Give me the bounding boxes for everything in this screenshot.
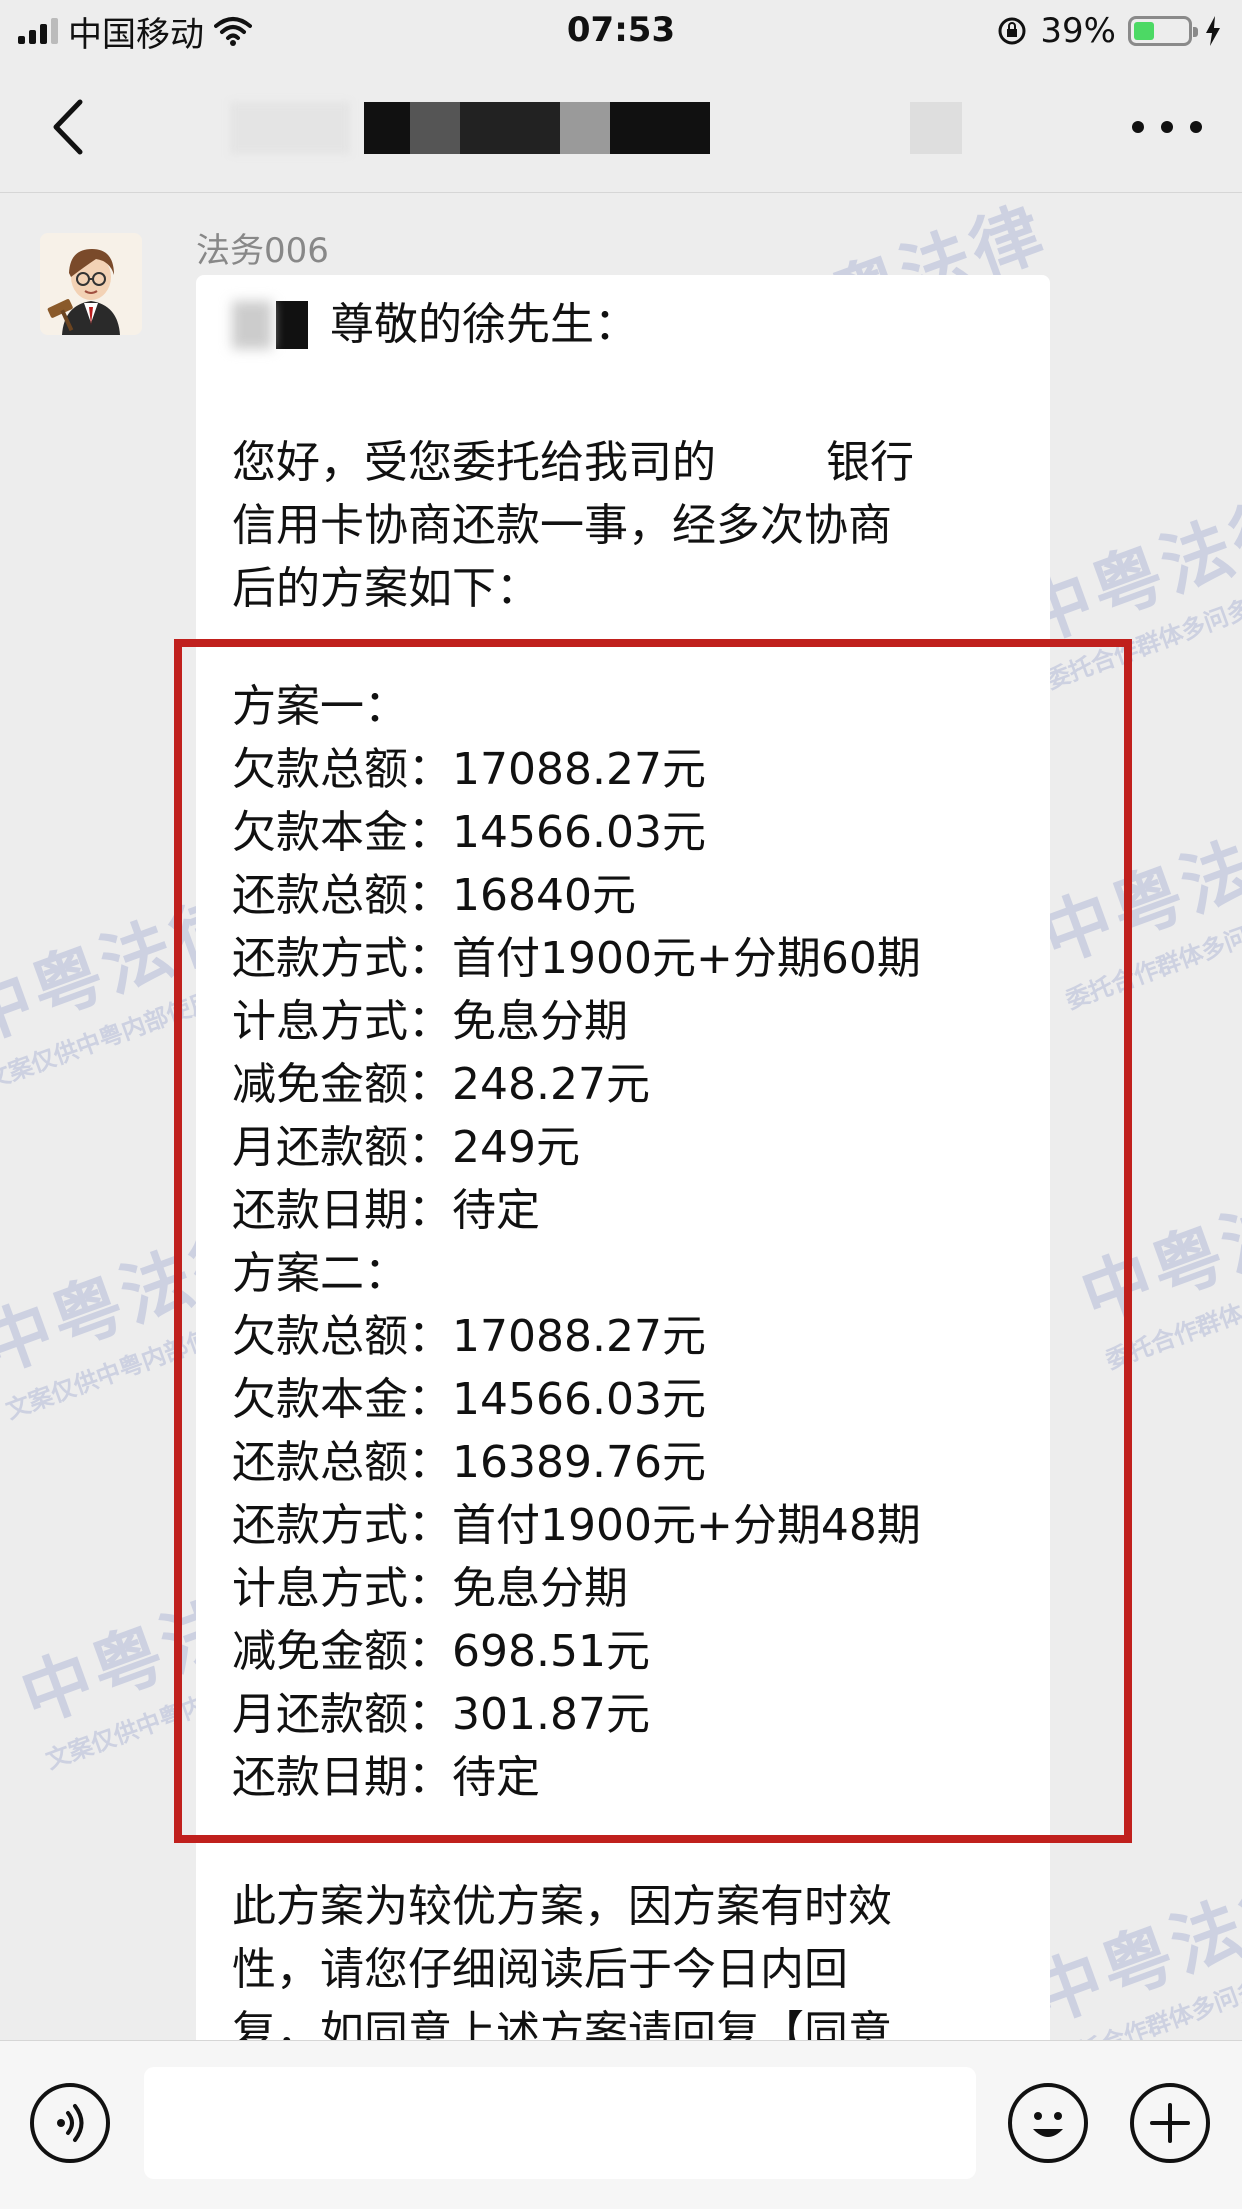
emoji-button[interactable] [1008,2083,1088,2163]
closing-line: 性，请您仔细阅读后于今日内回 [232,1944,848,1995]
intro-line: 信用卡协商还款一事，经多次协商 [232,500,892,551]
add-button[interactable] [1130,2083,1210,2163]
chat-area[interactable]: 中粤法律 文案仅供中粤内部使用 中粤法律 委托合作群体多问多核实 中粤法律 文案… [0,193,1242,2040]
ellipsis-icon [1161,121,1173,133]
highlight-box [174,639,1132,1843]
emoji-icon [1033,2112,1063,2137]
intro-line: 后的方案如下： [232,563,540,614]
salutation: 尊敬的徐先生： [330,299,638,350]
lawyer-avatar-icon [40,233,142,335]
plus-icon [1150,2103,1190,2143]
title-redaction [460,102,560,154]
closing-paragraph: 此方案为较优方案，因方案有时效 性，请您仔细阅读后于今日内回 复，如同意上述方案… [232,1875,1014,2040]
title-redaction [364,102,410,154]
status-bar: 中国移动 07:53 39% [0,0,1242,62]
avatar[interactable] [40,233,142,335]
intro-text: 您好，受您委托给我司的 [232,437,716,488]
orientation-lock-icon [998,17,1026,45]
message-input[interactable] [144,2067,976,2179]
watermark-text: 中粤法律 [1020,1860,1242,2039]
voice-icon [57,2104,84,2142]
ellipsis-icon [1132,121,1144,133]
sender-name: 法务006 [196,231,329,271]
watermark-subtext: 委托合作群体多问多核实 [1052,1957,1242,2040]
chevron-left-icon [53,99,83,155]
battery-icon [1128,16,1198,46]
input-bar [0,2040,1242,2209]
back-button[interactable] [40,92,100,162]
intro-line: 您好，受您委托给我司的 银行 [232,431,1014,494]
redaction [232,300,272,349]
status-right: 39% [996,10,1222,52]
closing-line: 此方案为较优方案，因方案有时效 [232,1881,892,1932]
charging-icon [1206,16,1220,46]
redaction [276,300,308,349]
salutation-line: 尊敬的徐先生： [232,293,1014,356]
title-redaction [230,102,350,154]
ellipsis-icon [1190,121,1202,133]
title-redaction [560,102,610,154]
title-redaction [610,102,710,154]
page-title [230,102,962,154]
battery-percent: 39% [1040,11,1116,51]
title-redaction [410,102,460,154]
title-redaction [910,102,962,154]
nav-bar [0,62,1242,193]
intro-text: 银行 [826,437,914,488]
more-button[interactable] [1132,112,1202,142]
intro-paragraph: 您好，受您委托给我司的 银行 信用卡协商还款一事，经多次协商 后的方案如下： [232,431,1014,620]
closing-line: 复，如同意上述方案请回复【同意 [232,2007,892,2040]
voice-button[interactable] [30,2083,110,2163]
